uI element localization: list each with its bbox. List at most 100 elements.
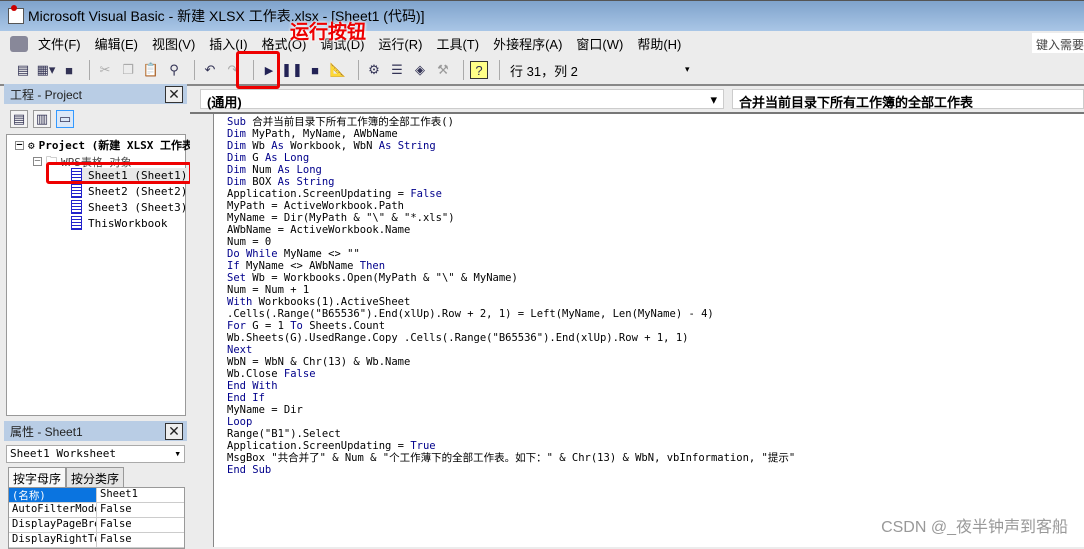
copy-icon[interactable]: ❐ [119,61,137,79]
code-line[interactable]: Dim Num As Long [227,164,795,176]
code-line[interactable]: End If [227,392,795,404]
code-line[interactable]: Range("B1").Select [227,428,795,440]
design-mode-icon[interactable]: 📐 [329,61,347,79]
collapse-icon[interactable]: – [33,157,42,166]
view-code-icon[interactable]: ▤ [10,110,28,128]
code-line[interactable]: End Sub [227,464,795,476]
object-dropdown[interactable]: (通用) ▾ [200,89,724,110]
reset-icon[interactable]: ■ [306,61,324,79]
property-row[interactable]: DisplayRightToLeftFalse [9,533,184,548]
code-line[interactable]: Num = Num + 1 [227,284,795,296]
menu-tools[interactable]: 工具(T) [436,34,479,53]
paste-icon[interactable]: 📋 [142,61,160,79]
code-line[interactable]: With Workbooks(1).ActiveSheet [227,296,795,308]
menu-edit[interactable]: 编辑(E) [95,34,138,53]
code-line[interactable]: Application.ScreenUpdating = True [227,440,795,452]
help-search-input[interactable]: 键入需要帮助的问题 [1032,33,1084,53]
close-icon[interactable]: ✕ [165,85,183,103]
code-text: AWbName = ActiveWorkbook.Name [227,224,411,236]
code-line[interactable]: MyName = Dir(MyPath & "\" & "*.xls") [227,212,795,224]
property-row[interactable]: (名称) Sheet1 [9,488,184,503]
code-text: MyName = Dir(MyPath & "\" & "*.xls") [227,212,455,224]
code-line[interactable]: Next [227,344,795,356]
code-line[interactable]: Loop [227,416,795,428]
tab-alphabetic[interactable]: 按字母序 [8,467,67,487]
code-keyword: As [271,140,291,152]
menu-run[interactable]: 运行(R) [378,34,422,53]
property-row[interactable]: DisplayPageBreaksFalse [9,518,184,533]
code-line[interactable]: If MyName <> AWbName Then [227,260,795,272]
code-line[interactable]: Dim G As Long [227,152,795,164]
save-icon[interactable]: ■ [60,61,78,79]
properties-window-icon[interactable]: ☰ [388,61,406,79]
object-select[interactable]: Sheet1 Worksheet ▾ [6,445,185,463]
code-line[interactable]: End With [227,380,795,392]
code-editor[interactable]: Sub 合并当前目录下所有工作簿的全部工作表() Dim MyPath, MyNa… [190,112,1084,547]
code-text: MsgBox "共合并了" & Num & "个工作薄下的全部工作表。如下：" … [227,452,796,464]
menu-addins[interactable]: 外接程序(A) [493,34,562,53]
code-text: Num [252,164,278,176]
object-browser-icon[interactable]: ◈ [411,61,429,79]
code-line[interactable]: Dim BOX As String [227,176,795,188]
sheet1-highlight [46,162,192,184]
code-line[interactable]: Wb.Sheets(G).UsedRange.Copy .Cells(.Rang… [227,332,795,344]
view-object-icon[interactable]: ▥ [33,110,51,128]
close-icon[interactable]: ✕ [165,422,183,440]
code-line[interactable]: WbN = WbN & Chr(13) & Wb.Name [227,356,795,368]
menu-help[interactable]: 帮助(H) [637,34,681,53]
toolbox-icon[interactable]: ⚒ [434,61,452,79]
code-keyword: Set [227,272,253,284]
watermark: CSDN @_夜半钟声到客船 [881,519,1068,536]
code-line[interactable]: Application.ScreenUpdating = False [227,188,795,200]
insert-module-icon[interactable]: ▦▾ [37,61,56,79]
vba-app-icon [8,5,24,24]
code-line[interactable]: Dim Wb As Workbook, WbN As String [227,140,795,152]
code-line[interactable]: Wb.Close False [227,368,795,380]
toggle-folders-icon[interactable]: ▭ [56,110,74,128]
code-line[interactable]: Do While MyName <> "" [227,248,795,260]
collapse-icon[interactable]: – [15,140,24,150]
tree-item-sheet2[interactable]: Sheet2 (Sheet2) [71,184,187,198]
help-icon[interactable]: ? [470,61,488,79]
title-bar: Microsoft Visual Basic - 新建 XLSX 工作表.xls… [0,0,1084,31]
property-value[interactable]: Sheet1 [97,488,138,502]
find-icon[interactable]: ⚲ [165,61,183,79]
code-line[interactable]: For G = 1 To Sheets.Count [227,320,795,332]
code-line[interactable]: MsgBox "共合并了" & Num & "个工作薄下的全部工作表。如下：" … [227,452,795,464]
system-menu-icon[interactable] [10,35,28,52]
code-line[interactable]: Num = 0 [227,236,795,248]
tree-item-thisworkbook[interactable]: ThisWorkbook [71,216,167,230]
code-line[interactable]: MyPath = ActiveWorkbook.Path [227,200,795,212]
view-excel-icon[interactable]: ▤ [14,61,32,79]
project-explorer-icon[interactable]: ⚙ [365,61,383,79]
pause-icon[interactable]: ❚❚ [281,61,303,79]
tree-item-sheet3[interactable]: Sheet3 (Sheet3) [71,200,187,214]
procedure-dropdown-value: 合并当前目录下所有工作簿的全部工作表 [739,95,974,110]
code-keyword: Dim [227,140,253,152]
menu-file[interactable]: 文件(F) [38,34,81,53]
code-keyword: Dim [227,152,253,164]
menu-window[interactable]: 窗口(W) [576,34,623,53]
cut-icon[interactable]: ✂ [96,61,114,79]
code-line[interactable]: .Cells(.Range("B65536").End(xlUp).Row + … [227,308,795,320]
tab-categorized[interactable]: 按分类序 [66,467,125,487]
code-lines[interactable]: Sub 合并当前目录下所有工作簿的全部工作表() Dim MyPath, MyNa… [227,116,795,476]
code-line[interactable]: Set Wb = Workbooks.Open(MyPath & "\" & M… [227,272,795,284]
property-value[interactable]: False [97,533,132,547]
separator [358,60,359,80]
code-keyword: To [290,320,310,332]
code-line[interactable]: Dim MyPath, MyName, AWbName [227,128,795,140]
menu-view[interactable]: 视图(V) [152,34,195,53]
property-row[interactable]: AutoFilterMode False [9,503,184,518]
property-value[interactable]: False [97,503,132,517]
code-line[interactable]: Sub 合并当前目录下所有工作簿的全部工作表() [227,116,795,128]
property-value[interactable]: False [97,518,132,532]
procedure-dropdown[interactable]: 合并当前目录下所有工作簿的全部工作表 [732,89,1084,110]
code-keyword: Sub [227,116,253,128]
code-margin [190,114,214,547]
undo-icon[interactable]: ↶ [201,61,219,79]
code-line[interactable]: MyName = Dir [227,404,795,416]
toolbar-options-icon[interactable]: ▾ [685,64,690,75]
standard-toolbar: ▤ ▦▾ ■ ✂ ❐ 📋 ⚲ ↶ ↷ ▶ ❚❚ ■ 📐 ⚙ ☰ ◈ ⚒ ? 行 … [0,56,1084,86]
code-line[interactable]: AWbName = ActiveWorkbook.Name [227,224,795,236]
